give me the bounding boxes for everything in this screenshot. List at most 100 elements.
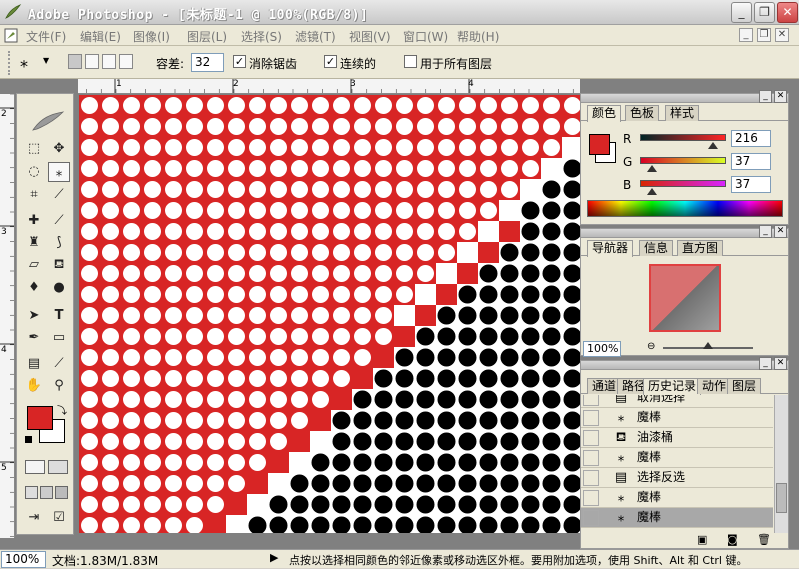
screen-mode-full-icon[interactable] [55,486,68,499]
list-item[interactable]: ▤ 取消选择 [581,395,773,408]
zoom-out-icon[interactable]: ⊖ [647,341,655,352]
navigator-thumbnail[interactable] [649,264,721,332]
quick-mask-mode-icon[interactable] [48,460,68,474]
blur-tool-icon[interactable]: ♦ [23,278,45,298]
menu-view[interactable]: 视图(V) [349,28,391,45]
chevron-down-icon[interactable]: ▼ [43,56,49,65]
brush-tool-icon[interactable]: ⟋ [48,211,70,231]
add-selection-button[interactable] [85,54,99,69]
green-value-input[interactable]: 37 [731,153,771,170]
history-brush-tool-icon[interactable]: ⟆ [48,233,70,253]
menu-edit[interactable]: 编辑(E) [80,28,121,45]
red-slider[interactable] [640,134,726,141]
panel-close-button[interactable]: ✕ [774,357,787,370]
restore-button[interactable]: ❐ [754,2,775,23]
menu-filter[interactable]: 滤镜(T) [295,28,336,45]
screen-mode-standard-icon[interactable] [25,486,38,499]
blue-slider[interactable] [640,180,726,187]
move-tool-icon[interactable]: ✥ [48,139,70,159]
list-item-current[interactable]: ⁎ 魔棒 [581,508,773,528]
menu-window[interactable]: 窗口(W) [403,28,448,45]
eraser-tool-icon[interactable]: ▱ [23,255,45,275]
dodge-tool-icon[interactable]: ● [48,278,70,298]
blue-slider-thumb[interactable] [647,188,658,195]
panel-close-button[interactable]: ✕ [774,225,787,238]
crop-tool-icon[interactable]: ⌗ [23,185,45,205]
tab-history[interactable]: 历史记录 [643,378,702,395]
minimize-button[interactable]: _ [731,2,752,23]
clone-stamp-tool-icon[interactable]: ♜ [23,233,45,253]
tab-channels[interactable]: 通道 [587,378,622,394]
list-item[interactable]: ⁎ 魔棒 [581,408,773,428]
screen-mode-menu-icon[interactable] [40,486,53,499]
status-zoom-input[interactable]: 100% [1,551,46,568]
new-snapshot-icon[interactable]: ◙ [727,533,738,546]
tab-color[interactable]: 颜色 [587,105,622,122]
status-arrow-icon[interactable]: ▶ [270,551,278,564]
tolerance-input[interactable]: 32 [191,53,224,72]
new-document-from-state-icon[interactable]: ▣ [697,533,707,546]
type-tool-icon[interactable]: T [48,306,70,326]
tab-histogram[interactable]: 直方图 [677,240,724,256]
magic-wand-preset-icon[interactable]: ⁎ [20,52,28,71]
hand-tool-icon[interactable]: ✋ [23,376,45,396]
green-slider[interactable] [640,157,726,164]
panel-close-button[interactable]: ✕ [774,90,787,103]
intersect-selection-button[interactable] [119,54,133,69]
panel-minimize-button[interactable]: _ [759,357,772,370]
tab-styles[interactable]: 样式 [665,105,700,121]
green-slider-thumb[interactable] [647,165,658,172]
history-scrollbar[interactable] [774,395,788,533]
menu-select[interactable]: 选择(S) [241,28,282,45]
standard-mode-icon[interactable] [25,460,45,474]
default-colors-icon[interactable] [25,436,32,443]
doc-close-button[interactable]: ✕ [775,28,789,42]
navigator-zoom-thumb[interactable] [703,342,713,349]
red-value-input[interactable]: 216 [731,130,771,147]
imageready-icon[interactable]: ☑ [48,508,70,528]
menu-help[interactable]: 帮助(H) [457,28,499,45]
doc-size[interactable]: 文档:1.83M/1.83M [52,552,158,569]
navigator-zoom-input[interactable]: 100% [583,341,621,357]
slice-tool-icon[interactable]: ⟋ [48,185,70,205]
tab-info[interactable]: 信息 [639,240,674,256]
path-selection-tool-icon[interactable]: ➤ [23,306,45,326]
panel-minimize-button[interactable]: _ [759,90,772,103]
trash-icon[interactable]: 🗑 [757,533,771,546]
rectangle-tool-icon[interactable]: ▭ [48,328,70,348]
list-item[interactable]: ⁎ 魔棒 [581,488,773,508]
magic-wand-tool-icon[interactable]: ⁎ [48,162,70,182]
eyedropper-tool-icon[interactable]: ⟋ [48,354,70,374]
list-item[interactable]: ▤ 选择反选 [581,468,773,488]
healing-brush-tool-icon[interactable]: ✚ [23,211,45,231]
lasso-tool-icon[interactable]: ◌ [23,162,45,182]
new-selection-button[interactable] [68,54,82,69]
list-item[interactable]: ⛾ 油漆桶 [581,428,773,448]
contiguous-checkbox[interactable]: ✓ [324,55,337,68]
blue-value-input[interactable]: 37 [731,176,771,193]
red-slider-thumb[interactable] [707,142,718,149]
tab-actions[interactable]: 动作 [697,378,732,394]
color-spectrum-bar[interactable] [587,200,783,217]
marquee-tool-icon[interactable]: ⬚ [23,139,45,159]
close-button[interactable]: ✕ [777,2,798,23]
list-item[interactable]: ⁎ 魔棒 [581,448,773,468]
foreground-color-chip[interactable] [589,134,610,155]
zoom-tool-icon[interactable]: ⚲ [48,376,70,396]
tab-swatches[interactable]: 色板 [625,105,660,121]
paint-bucket-tool-icon[interactable]: ⛾ [48,255,70,275]
foreground-color-swatch-front[interactable] [27,406,53,430]
doc-restore-button[interactable]: ❐ [757,28,771,42]
all-layers-checkbox[interactable] [404,55,417,68]
panel-minimize-button[interactable]: _ [759,225,772,238]
menu-image[interactable]: 图像(I) [133,28,170,45]
menu-layer[interactable]: 图层(L) [187,28,227,45]
jump-to-imageready-icon[interactable]: ⇥ [23,508,45,528]
subtract-selection-button[interactable] [102,54,116,69]
doc-minimize-button[interactable]: _ [739,28,753,42]
document-canvas[interactable] [79,95,580,533]
antialias-checkbox[interactable]: ✓ [233,55,246,68]
menu-file[interactable]: 文件(F) [26,28,66,45]
notes-tool-icon[interactable]: ▤ [23,354,45,374]
swap-colors-icon[interactable]: ⤵ [57,402,67,417]
